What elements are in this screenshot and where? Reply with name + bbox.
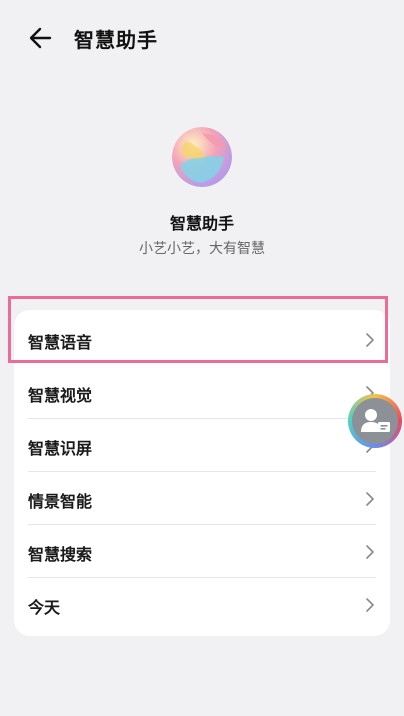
chevron-right-icon <box>366 492 374 506</box>
chevron-right-icon <box>366 545 374 559</box>
menu-item-label: 智慧视觉 <box>28 386 93 405</box>
person-card-icon <box>361 409 390 432</box>
page-title: 智慧助手 <box>74 28 158 52</box>
menu-item-smart-vision[interactable]: 智慧视觉 <box>14 366 390 419</box>
floating-button-face <box>352 398 398 444</box>
menu-item-label: 情景智能 <box>28 492 93 511</box>
highlight-outline <box>8 296 388 363</box>
assistant-tagline: 小艺小艺，大有智慧 <box>139 241 265 257</box>
menu-item-label: 今天 <box>28 598 61 617</box>
menu-item-today[interactable]: 今天 <box>14 578 390 631</box>
floating-assistant-button[interactable] <box>348 394 402 448</box>
assistant-name: 智慧助手 <box>169 214 234 233</box>
arrow-left-icon[interactable] <box>26 22 58 54</box>
menu-item-smart-search[interactable]: 智慧搜索 <box>14 525 390 578</box>
top-app-bar: 智慧助手 <box>0 0 404 76</box>
assistant-orb-logo <box>172 127 232 187</box>
menu-item-scene-intelligence[interactable]: 情景智能 <box>14 472 390 525</box>
chevron-right-icon <box>366 598 374 612</box>
menu-item-label: 智慧识屏 <box>28 439 93 458</box>
menu-item-smart-screen-recognition[interactable]: 智慧识屏 <box>14 419 390 472</box>
menu-item-label: 智慧搜索 <box>28 545 93 564</box>
